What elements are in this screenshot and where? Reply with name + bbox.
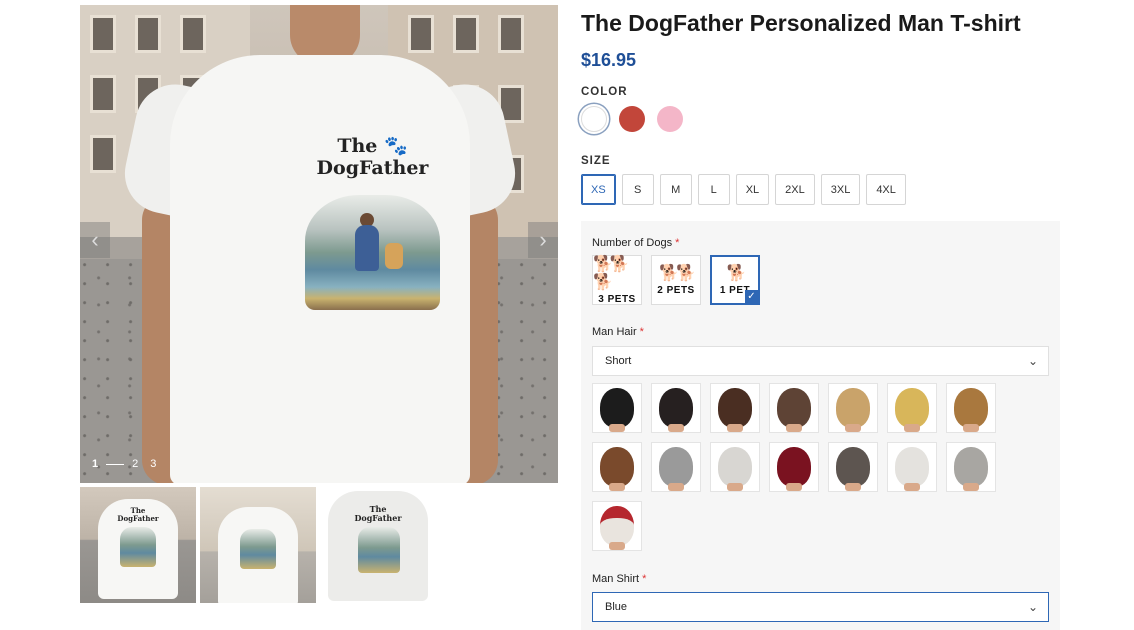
hair-head-icon [954,388,988,432]
dogs-option-label: 3 PETS [598,294,636,304]
hair-head-icon [954,447,988,491]
shirt-color-value: Blue [605,601,628,613]
size-label: SIZE [581,155,611,167]
print-dog [385,243,403,269]
hair-head-icon [718,388,752,432]
hair-option-3[interactable] [710,383,760,433]
size-option-xl[interactable]: XL [735,174,770,205]
hair-label: Man Hair * [592,326,644,338]
color-swatches [581,106,683,132]
paw-icon: 🐾 [384,135,408,157]
hair-head-icon [600,506,634,550]
size-options: XS S M L XL 2XL 3XL 4XL [581,174,906,205]
print-title-line2: DogFather [316,157,429,179]
hair-option-6[interactable] [887,383,937,433]
hair-head-icon [895,447,929,491]
hair-option-13[interactable] [887,442,937,492]
product-title: The DogFather Personalized Man T-shirt [581,10,1021,36]
hair-head-icon [659,388,693,432]
print-title-line1: The [337,135,378,157]
hair-head-icon [600,447,634,491]
check-icon: ✓ [745,290,758,303]
gallery-pagination: 1 2 3 [92,458,156,470]
chevron-right-icon: › [539,227,547,252]
shirt-label: Man Shirt * [592,573,647,585]
thumbnail-1[interactable]: The DogFather [80,487,196,603]
color-swatch-white[interactable] [581,106,607,132]
chevron-down-icon: ⌄ [1027,354,1038,368]
page-1[interactable]: 1 [92,458,98,470]
product-page: The 🐾 DogFather ‹ › 1 2 3 The DogFather T… [0,0,1134,630]
main-product-image: The 🐾 DogFather [80,5,558,483]
hair-head-icon [836,447,870,491]
hair-option-14[interactable] [946,442,996,492]
hair-option-9[interactable] [651,442,701,492]
next-image-button[interactable]: › [528,222,558,258]
dogs-options: 🐕🐕🐕 3 PETS 🐕🐕 2 PETS 🐕 1 PET ✓ [592,255,760,305]
hair-color-options [592,383,996,551]
three-dogs-icon: 🐕🐕🐕 [593,256,630,291]
hair-head-icon [718,447,752,491]
hair-option-5[interactable] [828,383,878,433]
hair-style-value: Short [605,355,632,367]
hair-head-icon [836,388,870,432]
hair-option-15[interactable] [592,501,642,551]
size-option-3xl[interactable]: 3XL [820,174,861,205]
hair-option-7[interactable] [946,383,996,433]
size-option-m[interactable]: M [659,174,692,205]
color-swatch-pink[interactable] [657,106,683,132]
prev-image-button[interactable]: ‹ [80,222,110,258]
size-option-l[interactable]: L [697,174,730,205]
thumbnail-3[interactable]: The DogFather [320,487,436,603]
shirt-color-select[interactable]: Blue ⌄ [592,592,1049,622]
thumbnail-2[interactable] [200,487,316,603]
hair-option-2[interactable] [651,383,701,433]
personalization-panel: Number of Dogs * 🐕🐕🐕 3 PETS 🐕🐕 2 PETS 🐕 1… [581,221,1060,630]
hair-head-icon [659,447,693,491]
hair-option-11[interactable] [769,442,819,492]
size-option-xs[interactable]: XS [581,174,616,205]
size-option-4xl[interactable]: 4XL [866,174,906,205]
size-option-s[interactable]: S [621,174,654,205]
hair-head-icon [895,388,929,432]
one-dog-icon: 🐕 [726,264,747,282]
shirt-print: The 🐾 DogFather [305,135,440,325]
active-page-indicator [106,463,125,465]
hair-head-icon [777,388,811,432]
page-2[interactable]: 2 [132,458,138,470]
hair-style-select[interactable]: Short ⌄ [592,346,1049,376]
model: The 🐾 DogFather [117,5,523,483]
chevron-left-icon: ‹ [91,227,99,252]
print-title: The 🐾 DogFather [305,135,440,179]
product-price: $16.95 [581,50,637,70]
hair-head-icon [600,388,634,432]
dogs-option-3[interactable]: 🐕🐕🐕 3 PETS [592,255,642,305]
dogs-option-label: 2 PETS [657,284,695,296]
dogs-option-2[interactable]: 🐕🐕 2 PETS [651,255,701,305]
hair-option-8[interactable] [592,442,642,492]
hair-head-icon [777,447,811,491]
hair-option-1[interactable] [592,383,642,433]
size-option-2xl[interactable]: 2XL [775,174,815,205]
two-dogs-icon: 🐕🐕 [659,264,696,282]
color-swatch-red[interactable] [619,106,645,132]
print-man [355,225,379,271]
page-3[interactable]: 3 [150,458,156,470]
hair-option-10[interactable] [710,442,760,492]
dogs-label: Number of Dogs * [592,237,680,249]
thumbnail-strip: The DogFather The DogFather [80,487,436,603]
dogs-option-1[interactable]: 🐕 1 PET ✓ [710,255,760,305]
hair-option-12[interactable] [828,442,878,492]
chevron-down-icon: ⌄ [1027,600,1038,614]
color-label: COLOR [581,86,628,98]
hair-option-4[interactable] [769,383,819,433]
